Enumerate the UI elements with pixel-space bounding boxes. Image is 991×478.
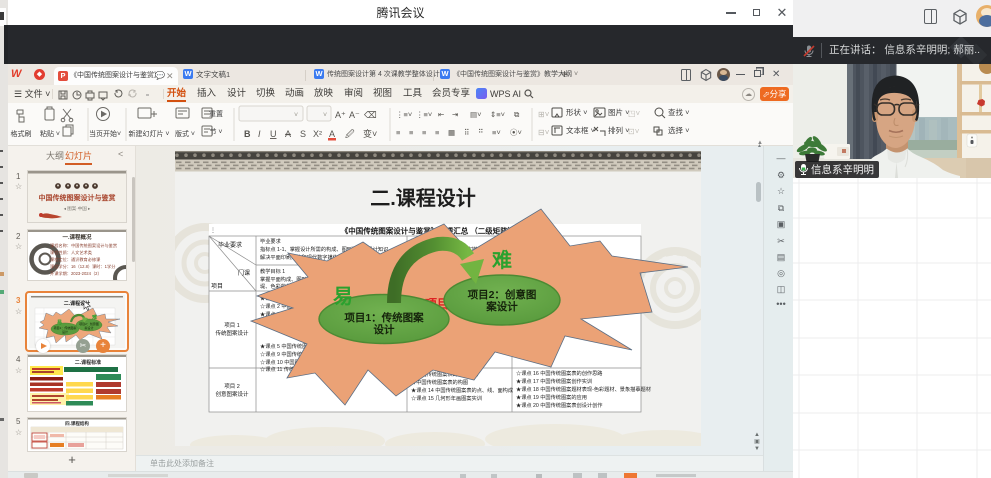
- svg-text:毕业要求: 毕业要求: [260, 237, 282, 245]
- svg-text:粘贴 ˅: 粘贴 ˅: [40, 129, 60, 138]
- svg-text:查找 ˅: 查找 ˅: [668, 107, 689, 117]
- svg-text:一.课程概况: 一.课程概况: [62, 233, 92, 241]
- svg-text:节 ˅: 节 ˅: [209, 128, 222, 136]
- svg-text:难: 难: [91, 314, 97, 321]
- svg-text:◫: ◫: [777, 284, 786, 294]
- svg-text:✂: ✂: [777, 236, 785, 246]
- svg-text:⧉: ⧉: [514, 110, 520, 119]
- svg-text:⚙: ⚙: [777, 170, 785, 180]
- svg-text:形状 ˅: 形状 ˅: [566, 107, 587, 117]
- svg-text:毕业要求: 毕业要求: [218, 241, 242, 249]
- svg-text:⋮≡˅: ⋮≡˅: [416, 110, 432, 119]
- svg-text:课程定位：通识教育必修课: 课程定位：通识教育必修课: [50, 256, 101, 263]
- svg-text:⋮: ⋮: [210, 228, 216, 234]
- svg-text:⇕≡˅: ⇕≡˅: [490, 110, 505, 119]
- svg-text:⠿: ⠿: [464, 128, 470, 137]
- svg-text:新建幻灯片 ˅: 新建幻灯片 ˅: [128, 129, 169, 138]
- svg-text:二.课程设计: 二.课程设计: [370, 187, 476, 210]
- svg-text:变˅: 变˅: [363, 128, 377, 139]
- svg-text:二.课程标准: 二.课程标准: [75, 359, 101, 366]
- svg-text:四.课程结构: 四.课程结构: [65, 420, 89, 427]
- svg-text:版式 ˅: 版式 ˅: [175, 129, 195, 138]
- svg-text:I: I: [258, 129, 261, 139]
- svg-text:🖉: 🖉: [345, 129, 355, 139]
- svg-text:A: A: [285, 129, 291, 139]
- svg-text:A⁻: A⁻: [349, 110, 360, 120]
- svg-text:◂ 图案·中国 ▸: ◂ 图案·中国 ▸: [64, 205, 91, 212]
- svg-text:项目2：创意图: 项目2：创意图: [468, 288, 537, 301]
- svg-text:☆课点 16 中国传统图案表的创作思路: ☆课点 16 中国传统图案表的创作思路: [516, 369, 603, 377]
- svg-text:排列 ˅: 排列 ˅: [608, 125, 629, 135]
- svg-text:⊟˅: ⊟˅: [538, 128, 550, 137]
- svg-text:☆: ☆: [777, 186, 785, 196]
- svg-text:案设计: 案设计: [84, 325, 93, 330]
- svg-text:重置: 重置: [209, 110, 223, 118]
- svg-text:课程性质：人文艺术类: 课程性质：人文艺术类: [50, 249, 93, 256]
- svg-text:教学目标 1: 教学目标 1: [260, 267, 285, 275]
- svg-text:创意图案设计: 创意图案设计: [215, 390, 249, 398]
- svg-text:⦿˅: ⦿˅: [510, 128, 522, 137]
- svg-text:≡: ≡: [422, 128, 427, 137]
- svg-text:A⁺: A⁺: [335, 110, 346, 120]
- svg-text:⧉: ⧉: [778, 203, 785, 213]
- svg-text:案设计: 案设计: [485, 300, 518, 313]
- svg-text:★课点 14 中国传统图案表的点、线、面构成: ★课点 14 中国传统图案表的点、线、面构成: [411, 386, 513, 394]
- svg-text:◳˅: ◳˅: [628, 109, 641, 118]
- svg-text:▦: ▦: [448, 128, 455, 137]
- svg-text:文本框 ˅: 文本框 ˅: [566, 125, 595, 135]
- svg-text:≡˅: ≡˅: [492, 128, 501, 137]
- svg-text:项目1：传统图案: 项目1：传统图案: [344, 311, 424, 324]
- svg-text:≡: ≡: [435, 128, 440, 137]
- svg-text:S: S: [300, 129, 306, 139]
- svg-text:指标点 1-1、掌握设计所需的构成、图形及版式设计知识，用于: 指标点 1-1、掌握设计所需的构成、图形及版式设计知识，用于: [260, 245, 404, 253]
- svg-text:项目 1: 项目 1: [224, 322, 240, 329]
- svg-text:◎: ◎: [777, 268, 785, 278]
- svg-text:⇥: ⇥: [452, 110, 459, 119]
- svg-text:⇤: ⇤: [438, 110, 445, 119]
- svg-text:•••: •••: [776, 299, 785, 309]
- svg-text:项目 2: 项目 2: [224, 383, 240, 390]
- svg-text:X²: X²: [313, 129, 322, 139]
- svg-text:★课点 18 中国传统图案题材表现-色彩题材、景象描摹题材: ★课点 18 中国传统图案题材表现-色彩题材、景象描摹题材: [516, 385, 651, 393]
- svg-text:易: 易: [57, 319, 62, 326]
- svg-text:▤˅: ▤˅: [470, 110, 481, 119]
- svg-text:≡: ≡: [396, 128, 401, 137]
- svg-text:★课点 17 中国传统图案创作实训: ★课点 17 中国传统图案创作实训: [516, 377, 592, 385]
- svg-text:设计: 设计: [62, 329, 68, 334]
- svg-text:选择 ˅: 选择 ˅: [668, 125, 689, 135]
- svg-text:易: 易: [333, 285, 353, 308]
- svg-text:˅: ˅: [294, 112, 298, 119]
- svg-text:A: A: [329, 129, 335, 139]
- svg-text:—: —: [777, 153, 786, 163]
- svg-text:门课: 门课: [238, 269, 250, 277]
- svg-text:★课点 20 中国传统图案表创设计创作: ★课点 20 中国传统图案表创设计创作: [516, 401, 602, 409]
- svg-text:传统图案设计: 传统图案设计: [215, 329, 249, 337]
- svg-text:设计: 设计: [374, 323, 395, 336]
- svg-text:格式刷: 格式刷: [11, 129, 32, 138]
- svg-text:信息系辛明明: 信息系辛明明: [811, 163, 874, 176]
- svg-text:⌫: ⌫: [364, 110, 377, 120]
- svg-text:▣: ▣: [777, 219, 786, 229]
- svg-text:项目: 项目: [211, 283, 223, 290]
- svg-text:当页开始˅: 当页开始˅: [89, 129, 121, 138]
- svg-text:课程名称：中国传统图案设计与鉴赏: 课程名称：中国传统图案设计与鉴赏: [50, 242, 117, 249]
- svg-text:⊡˅: ⊡˅: [628, 127, 640, 136]
- svg-text:U: U: [270, 129, 277, 139]
- svg-text:开课学期：2023-2024（2）: 开课学期：2023-2024（2）: [50, 270, 102, 277]
- svg-text:⠛: ⠛: [478, 128, 484, 137]
- svg-text:⋮≡˅: ⋮≡˅: [396, 110, 412, 119]
- svg-text:B: B: [244, 129, 251, 139]
- svg-text:˅: ˅: [323, 112, 327, 119]
- svg-text:⊞˅: ⊞˅: [538, 110, 550, 119]
- svg-text:中国传统图案设计与鉴赏: 中国传统图案设计与鉴赏: [39, 193, 116, 202]
- svg-text:▤: ▤: [777, 252, 786, 262]
- svg-text:图片 ˅: 图片 ˅: [608, 107, 629, 117]
- svg-text:★课点 19 中国传统图案的应用: ★课点 19 中国传统图案的应用: [516, 393, 587, 401]
- svg-text:难: 难: [491, 248, 512, 272]
- svg-text:≡: ≡: [409, 128, 414, 137]
- svg-text:课程学分：16（12.8）课时：1学分: 课程学分：16（12.8）课时：1学分: [50, 263, 116, 270]
- svg-text:☆课点 15 几何形年画图案实训: ☆课点 15 几何形年画图案实训: [411, 394, 482, 402]
